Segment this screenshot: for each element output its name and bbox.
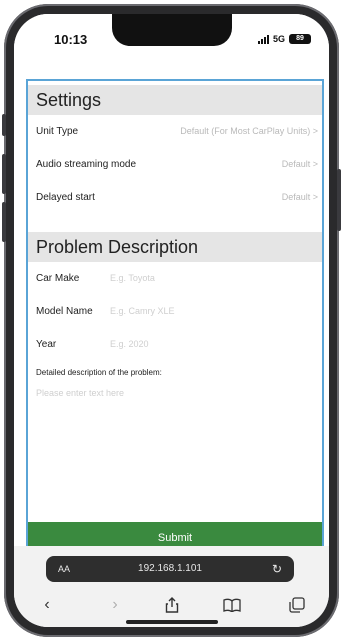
volume-down-button <box>2 202 6 242</box>
browser-nav: ‹ › <box>14 592 329 618</box>
status-indicators: 5G 89 <box>257 34 311 44</box>
description-label: Detailed description of the problem: <box>36 368 162 377</box>
share-icon[interactable] <box>159 592 185 618</box>
setting-value[interactable]: Default > <box>282 181 318 214</box>
description-textarea[interactable]: Please enter text here <box>28 383 322 423</box>
model-name-input[interactable]: E.g. Camry XLE <box>110 295 175 328</box>
setting-value[interactable]: Default (For Most CarPlay Units) > <box>180 115 318 148</box>
problem-description-header: Problem Description <box>28 232 322 262</box>
phone-screen: 10:13 5G 89 Settings Unit Type Default (… <box>14 14 329 627</box>
notch <box>112 14 232 46</box>
web-content: Settings Unit Type Default (For Most Car… <box>26 79 324 556</box>
setting-label: Audio streaming mode <box>36 159 137 170</box>
reload-icon[interactable]: ↻ <box>272 556 282 582</box>
status-bar: 10:13 5G 89 <box>14 14 329 74</box>
forward-icon[interactable]: › <box>102 592 128 618</box>
model-name-field[interactable]: Model Name E.g. Camry XLE <box>28 295 322 328</box>
field-label: Model Name <box>36 306 93 317</box>
mute-switch <box>2 114 6 136</box>
car-make-field[interactable]: Car Make E.g. Toyota <box>28 262 322 295</box>
year-field[interactable]: Year E.g. 2020 <box>28 328 322 361</box>
year-input[interactable]: E.g. 2020 <box>110 328 149 361</box>
tabs-icon[interactable] <box>284 592 310 618</box>
back-icon[interactable]: ‹ <box>34 592 60 618</box>
network-label: 5G <box>272 34 285 44</box>
setting-unit-type[interactable]: Unit Type Default (For Most CarPlay Unit… <box>28 115 322 148</box>
setting-value[interactable]: Default > <box>282 148 318 181</box>
settings-header: Settings <box>28 85 322 115</box>
battery-icon: 89 <box>289 34 311 44</box>
volume-up-button <box>2 154 6 194</box>
signal-icon <box>257 34 269 44</box>
setting-delayed-start[interactable]: Delayed start Default > <box>28 181 322 214</box>
bookmarks-icon[interactable] <box>219 592 245 618</box>
field-label: Year <box>36 339 57 350</box>
setting-audio-streaming-mode[interactable]: Audio streaming mode Default > <box>28 148 322 181</box>
address-bar[interactable]: AA 192.168.1.101 ↻ <box>46 556 294 582</box>
power-button <box>337 169 341 231</box>
home-indicator[interactable] <box>126 620 218 624</box>
field-label: Car Make <box>36 273 80 284</box>
status-time: 10:13 <box>54 32 88 47</box>
setting-label: Delayed start <box>36 192 95 203</box>
url-text: 192.168.1.101 <box>138 563 202 574</box>
car-make-input[interactable]: E.g. Toyota <box>110 262 155 295</box>
browser-toolbar: AA 192.168.1.101 ↻ ‹ › <box>14 546 329 627</box>
setting-label: Unit Type <box>36 126 79 137</box>
